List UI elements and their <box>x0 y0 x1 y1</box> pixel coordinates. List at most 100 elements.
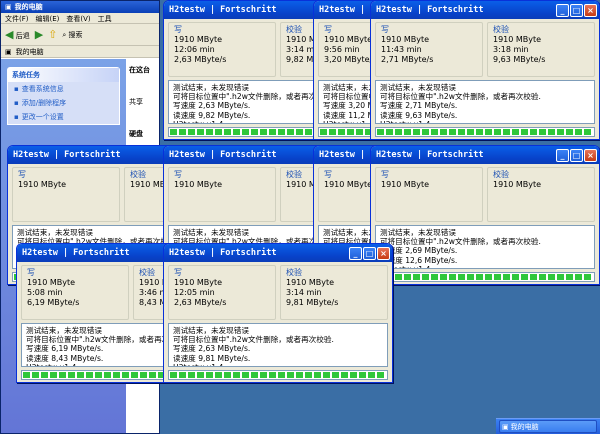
verify-rate: 9,81 MByte/s <box>286 298 339 307</box>
write-time: 12:05 min <box>174 288 215 297</box>
write-group: 写 1910 MByte <box>168 167 276 222</box>
search-button[interactable]: ⌕ 搜索 <box>62 30 82 40</box>
close-icon[interactable]: × <box>584 148 597 162</box>
verify-size: 1910 MByte <box>493 180 542 189</box>
write-size: 1910 MByte <box>381 180 430 189</box>
log-line-write-speed: 写速度 2,71 MByte/s. <box>380 101 458 111</box>
h2testw-window: H2testw | Fortschritt _ □ × 写 1910 MByte… <box>370 0 600 140</box>
dialog-titlebar[interactable]: H2testw | Fortschritt _ □ × <box>371 1 599 19</box>
verify-rate: 9,63 MByte/s <box>493 55 546 64</box>
dialog-titlebar[interactable]: H2testw | Fortschritt _ □ × <box>164 244 392 262</box>
write-rate: 2,63 MByte/s <box>174 55 227 64</box>
explorer-title: 我的电脑 <box>14 3 43 11</box>
log-line-write-speed: 写速度 2,63 MByte/s. <box>173 344 251 354</box>
explorer-titlebar[interactable]: ▣ 我的电脑 <box>1 1 159 13</box>
stats-groups: 写 1910 MByte 12:05 min 2,63 MByte/s 校验 1… <box>164 262 392 320</box>
menu-edit[interactable]: 编辑(E) <box>36 14 60 23</box>
write-rate: 6,19 MByte/s <box>27 298 80 307</box>
progress-fill <box>170 372 386 378</box>
control-panel-icon: ▪ <box>14 113 19 121</box>
search-label: 搜索 <box>68 30 83 39</box>
maximize-icon[interactable]: □ <box>570 3 583 17</box>
up-folder-icon[interactable]: ⇧ <box>48 28 57 41</box>
write-size: 1910 MByte <box>27 278 76 287</box>
address-bar[interactable]: ▣ 我的电脑 <box>1 46 159 58</box>
task-add-remove-programs[interactable]: ▪ 添加/删除程序 <box>8 96 119 110</box>
content-shared-item[interactable]: 共享 <box>129 97 156 107</box>
write-label: 写 <box>381 25 389 34</box>
programs-icon: ▪ <box>14 99 19 107</box>
explorer-toolbar: ◀ 后退 ▶ ⇧ ⌕ 搜索 <box>1 24 159 46</box>
task-view-system-info[interactable]: ▪ 查看系统信息 <box>8 82 119 96</box>
write-size: 1910 MByte <box>174 180 223 189</box>
write-time: 11:43 min <box>381 45 422 54</box>
write-time: 12:06 min <box>174 45 215 54</box>
address-value: 我的电脑 <box>15 47 44 56</box>
dialog-titlebar[interactable]: H2testw | Fortschritt _ □ × <box>371 146 599 164</box>
log-line-result: 测试结束，未发现错误 <box>380 228 456 237</box>
task-label: 查看系统信息 <box>21 85 64 93</box>
write-time: 5:08 min <box>27 288 63 297</box>
write-label: 写 <box>18 170 26 179</box>
taskbar-item-my-computer[interactable]: ▣ 我的电脑 <box>499 420 597 433</box>
verify-group: 校验 1910 MByte <box>487 167 595 222</box>
log-line-result: 测试结束，未发现错误 <box>173 326 249 335</box>
dialog-title: H2testw | Fortschritt <box>169 248 277 258</box>
task-label: 更改一个设置 <box>21 113 64 121</box>
menu-view[interactable]: 查看(V) <box>66 14 90 23</box>
log-line-version: H2testw v1.4 <box>380 265 590 268</box>
computer-small-icon: ▣ <box>5 47 12 56</box>
dialog-title: H2testw | Fortschritt <box>376 5 484 15</box>
write-size: 1910 MByte <box>174 278 223 287</box>
write-label: 写 <box>27 268 35 277</box>
taskbar-item-label: 我的电脑 <box>510 422 539 431</box>
maximize-icon[interactable]: □ <box>570 148 583 162</box>
dialog-title: H2testw | Fortschritt <box>169 5 277 15</box>
maximize-icon[interactable]: □ <box>363 246 376 260</box>
system-tasks-box: 系统任务 ▪ 查看系统信息 ▪ 添加/删除程序 ▪ 更改一个设置 <box>7 67 120 125</box>
menu-file[interactable]: 文件(F) <box>5 14 29 23</box>
desktop: ▣ 我的电脑 文件(F) 编辑(E) 查看(V) 工具 ◀ 后退 ▶ ⇧ ⌕ 搜… <box>0 0 600 434</box>
minimize-icon[interactable]: _ <box>556 148 569 162</box>
window-controls: _ □ × <box>349 246 390 260</box>
progress-bar <box>375 272 595 282</box>
verify-label: 校验 <box>286 268 302 277</box>
result-log[interactable]: 测试结束，未发现错误 可将目标位置中".h2w文件删除，或者再次校验. 写速度 … <box>375 80 595 124</box>
task-change-setting[interactable]: ▪ 更改一个设置 <box>8 110 119 124</box>
menu-tools[interactable]: 工具 <box>98 14 112 23</box>
content-group-heading: 在这台 <box>129 66 150 74</box>
write-rate: 2,63 MByte/s <box>174 298 227 307</box>
verify-label: 校验 <box>493 170 509 179</box>
taskbar: ▣ 我的电脑 <box>496 418 600 434</box>
write-group: 写 1910 MByte 11:43 min 2,71 MByte/s <box>375 22 483 77</box>
progress-bar <box>375 127 595 137</box>
result-log[interactable]: 测试结束，未发现错误 可将目标位置中".h2w文件删除，或者再次校验. 写速度 … <box>375 225 595 269</box>
minimize-icon[interactable]: _ <box>349 246 362 260</box>
log-line-read-speed: 读速度 9,81 MByte/s. <box>173 353 251 363</box>
dialog-title: H2testw | Fortschritt <box>13 150 121 160</box>
verify-label: 校验 <box>493 25 509 34</box>
close-icon[interactable]: × <box>377 246 390 260</box>
dialog-title: H2testw | Fortschritt <box>22 248 130 258</box>
back-arrow-icon: ◀ <box>5 28 14 41</box>
computer-icon: ▣ <box>5 3 12 11</box>
h2testw-window: H2testw | Fortschritt _ □ × 写 1910 MByte… <box>370 145 600 285</box>
verify-time: 3:14 min <box>286 288 322 297</box>
write-group: 写 1910 MByte 5:08 min 6,19 MByte/s <box>21 265 129 320</box>
write-rate: 2,71 MByte/s <box>381 55 434 64</box>
log-line-write-speed: 写速度 2,69 MByte/s. <box>380 246 458 256</box>
result-log[interactable]: 测试结束，未发现错误 可将目标位置中".h2w文件删除，或者再次校验. 写速度 … <box>168 323 388 367</box>
write-size: 1910 MByte <box>381 35 430 44</box>
minimize-icon[interactable]: _ <box>556 3 569 17</box>
task-label: 添加/删除程序 <box>21 99 67 107</box>
back-button[interactable]: ◀ 后退 <box>5 28 30 41</box>
log-line-result: 测试结束，未发现错误 <box>380 83 456 92</box>
progress-bar <box>168 370 388 380</box>
log-line-read-speed: 读速度 9,63 MByte/s. <box>380 110 458 120</box>
system-tasks-header[interactable]: 系统任务 <box>8 68 119 82</box>
write-label: 写 <box>174 170 182 179</box>
close-icon[interactable]: × <box>584 3 597 17</box>
forward-arrow-icon[interactable]: ▶ <box>35 28 43 41</box>
verify-size: 1910 MByte <box>493 35 542 44</box>
write-label: 写 <box>174 268 182 277</box>
